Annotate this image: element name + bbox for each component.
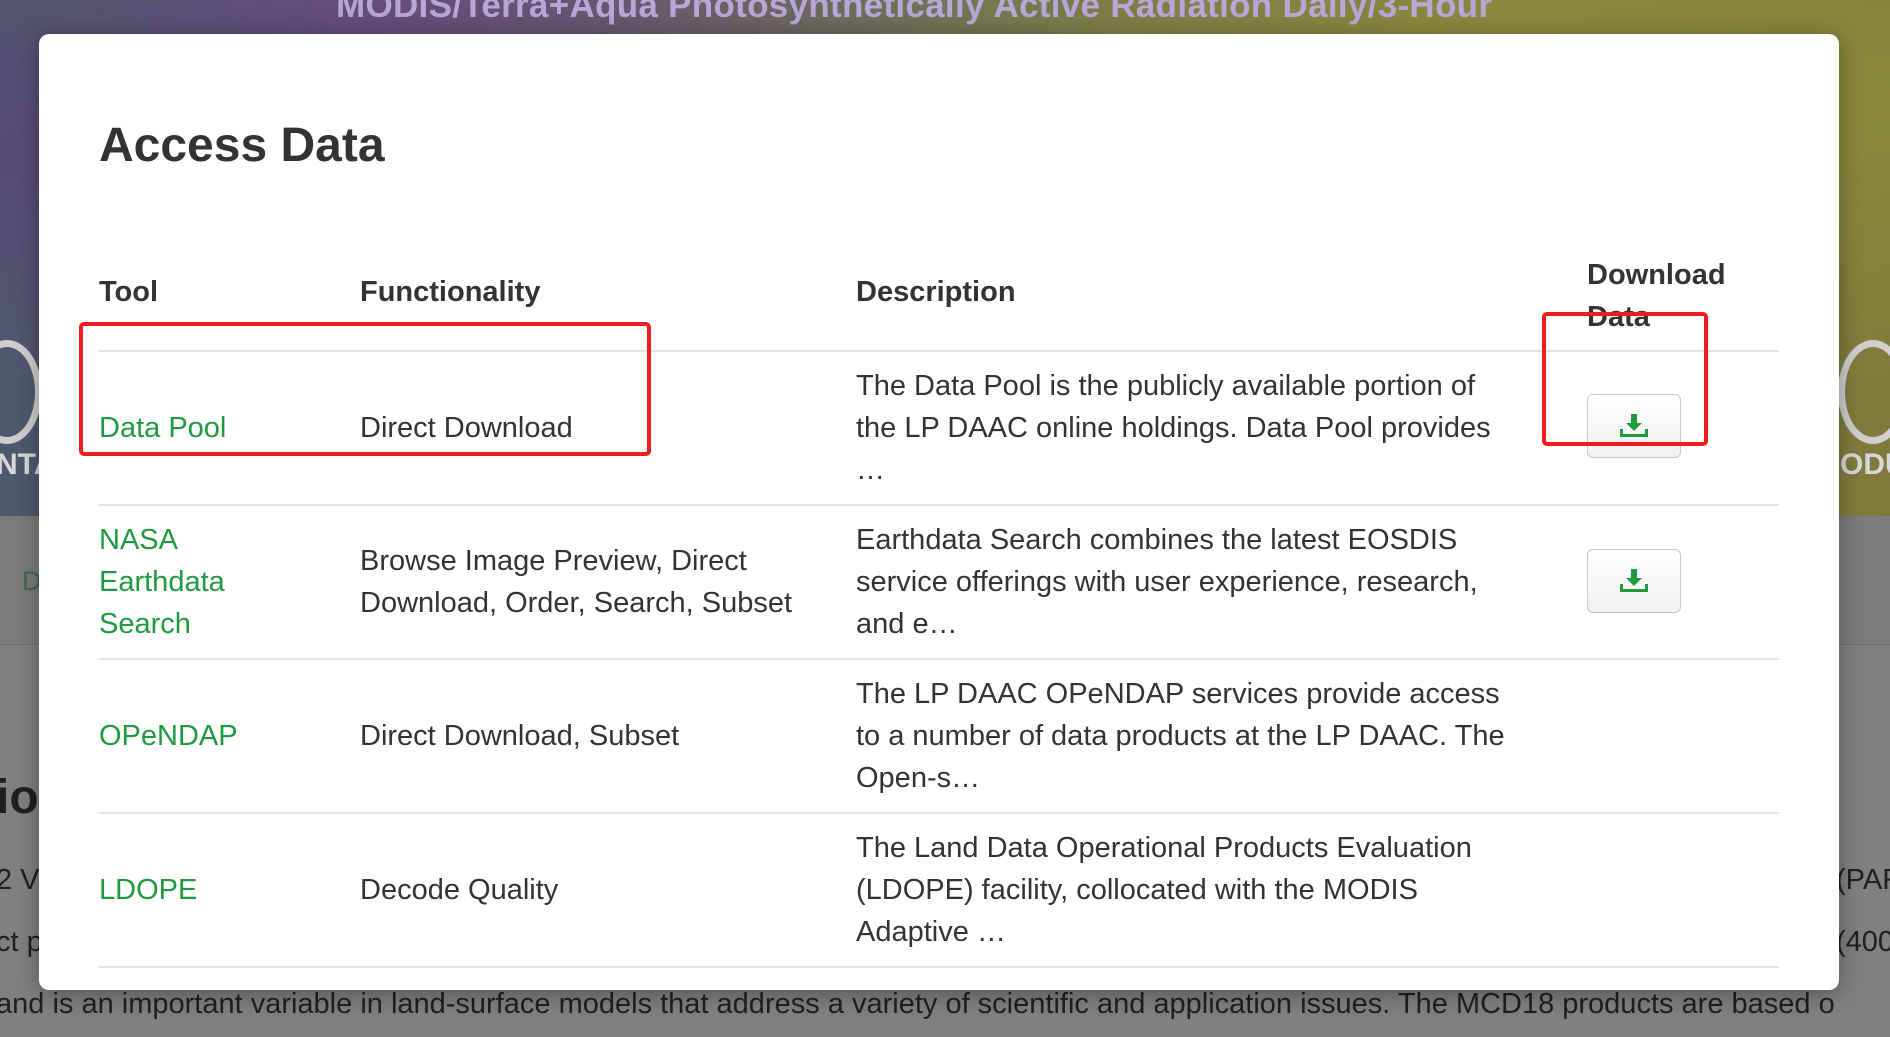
- tool-cell: NASA Earthdata Search: [99, 519, 225, 645]
- description-line: …: [856, 454, 885, 486]
- header-download-line: Data: [1587, 301, 1650, 333]
- description-cell: The LP DAAC OPeNDAP services provide acc…: [856, 673, 1505, 799]
- tool-link-earthdata-search[interactable]: NASA Earthdata Search: [99, 524, 225, 640]
- functionality-cell: Direct Download: [360, 407, 573, 449]
- description-line: service offerings with user experience, …: [856, 566, 1478, 598]
- tool-link-line: NASA: [99, 524, 178, 556]
- table-row: LDOPE Decode Quality The Land Data Opera…: [99, 814, 1779, 968]
- description-line: to a number of data products at the LP D…: [856, 720, 1505, 752]
- functionality-line: Browse Image Preview, Direct: [360, 545, 747, 577]
- table-header: Tool Functionality Description Download …: [99, 214, 1779, 352]
- description-line: Earthdata Search combines the latest EOS…: [856, 524, 1458, 556]
- table-row: NASA Earthdata Search Browse Image Previ…: [99, 506, 1779, 660]
- access-data-table: Tool Functionality Description Download …: [99, 214, 1779, 968]
- background-text-line: (400: [1836, 926, 1890, 958]
- functionality-text: Direct Download, Subset: [360, 720, 680, 752]
- header-download-data: Download Data: [1587, 254, 1726, 338]
- access-data-modal: Access Data Tool Functionality Descripti…: [39, 34, 1839, 990]
- background-hero-text: ODU: [1840, 448, 1890, 481]
- functionality-text: Direct Download: [360, 412, 573, 444]
- header-download-line: Download: [1587, 259, 1726, 291]
- background-text-line: ct p: [0, 926, 43, 958]
- background-heading: tio: [0, 771, 39, 824]
- background-hero-title: MODIS/Terra+Aqua Photosynthetically Acti…: [336, 0, 1493, 25]
- description-line: Adaptive …: [856, 916, 1006, 948]
- header-functionality: Functionality: [360, 276, 541, 308]
- table-row: OPeNDAP Direct Download, Subset The LP D…: [99, 660, 1779, 814]
- background-text-line: and is an important variable in land-sur…: [0, 988, 1835, 1020]
- description-line: The LP DAAC OPeNDAP services provide acc…: [856, 678, 1500, 710]
- functionality-cell: Direct Download, Subset: [360, 715, 679, 757]
- download-button-data-pool[interactable]: [1587, 394, 1681, 458]
- tool-link-line: Search: [99, 608, 191, 640]
- modal-title: Access Data: [99, 119, 385, 172]
- description-cell: The Data Pool is the publicly available …: [856, 365, 1491, 491]
- functionality-text: Decode Quality: [360, 874, 559, 906]
- description-line: the LP DAAC online holdings. Data Pool p…: [856, 412, 1491, 444]
- description-line: The Land Data Operational Products Evalu…: [856, 832, 1472, 864]
- tool-cell: LDOPE: [99, 869, 197, 911]
- download-icon: [1620, 414, 1648, 437]
- description-line: (LDOPE) facility, collocated with the MO…: [856, 874, 1418, 906]
- background-text-line: (PAR: [1836, 864, 1890, 896]
- tool-link-opendap[interactable]: OPeNDAP: [99, 720, 238, 752]
- description-line: The Data Pool is the publicly available …: [856, 370, 1476, 402]
- tool-cell: Data Pool: [99, 407, 226, 449]
- tool-cell: OPeNDAP: [99, 715, 238, 757]
- description-cell: Earthdata Search combines the latest EOS…: [856, 519, 1478, 645]
- description-cell: The Land Data Operational Products Evalu…: [856, 827, 1472, 953]
- tool-link-ldope[interactable]: LDOPE: [99, 874, 197, 906]
- functionality-cell: Browse Image Preview, Direct Download, O…: [360, 540, 792, 624]
- tool-link-line: Earthdata: [99, 566, 225, 598]
- functionality-line: Download, Order, Search, Subset: [360, 587, 793, 619]
- background-text-line: 2 V: [0, 864, 40, 896]
- functionality-cell: Decode Quality: [360, 869, 558, 911]
- header-tool: Tool: [99, 276, 159, 308]
- header-description: Description: [856, 276, 1016, 308]
- tool-link-data-pool[interactable]: Data Pool: [99, 412, 226, 444]
- description-line: and e…: [856, 608, 958, 640]
- table-row: Data Pool Direct Download The Data Pool …: [99, 352, 1779, 506]
- download-button-earthdata-search[interactable]: [1587, 549, 1681, 613]
- download-icon: [1620, 569, 1648, 592]
- description-line: Open-s…: [856, 762, 981, 794]
